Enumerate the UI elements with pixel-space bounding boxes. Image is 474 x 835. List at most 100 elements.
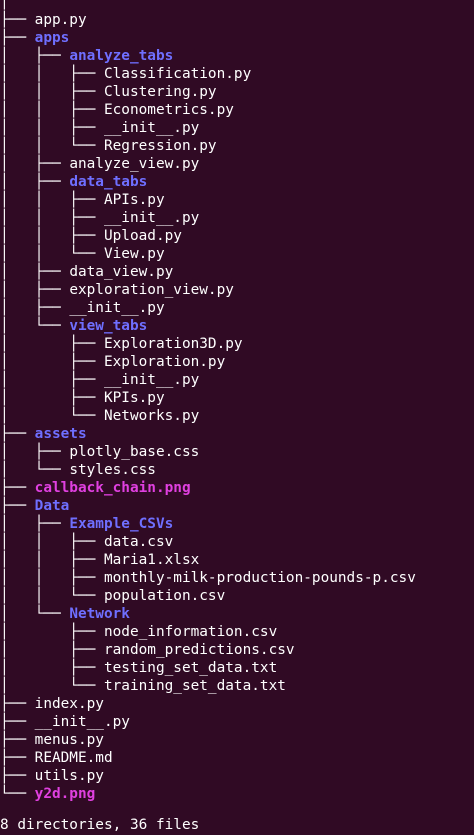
file-name: Classification.py xyxy=(103,66,252,82)
directory-name: apps xyxy=(34,30,70,46)
tree-branch-connector: │ └── xyxy=(0,318,70,334)
tree-branch-connector: │ └── xyxy=(0,408,104,424)
file-name: __init__.py xyxy=(103,210,200,226)
file-name: styles.css xyxy=(69,462,156,478)
tree-line: ├── menus.py xyxy=(0,731,474,749)
tree-branch-connector: │ │ ├── xyxy=(0,66,104,82)
directory-name: assets xyxy=(34,426,87,442)
tree-line: ├── apps xyxy=(0,29,474,47)
file-name: random_predictions.csv xyxy=(103,642,295,658)
tree-branch-connector: ├── xyxy=(0,732,35,748)
file-name: index.py xyxy=(34,696,104,712)
tree-line: │ ├── analyze_view.py xyxy=(0,155,474,173)
tree-branch-connector: │ ├── xyxy=(0,354,104,370)
file-name: Econometrics.py xyxy=(103,102,234,118)
tree-branch-connector: ├── xyxy=(0,12,35,28)
tree-line: │ │ └── View.py xyxy=(0,245,474,263)
tree-line: │ │ └── population.csv xyxy=(0,587,474,605)
file-name: population.csv xyxy=(103,588,226,604)
tree-line: │ ├── data_view.py xyxy=(0,263,474,281)
directory-name: Example_CSVs xyxy=(69,516,174,532)
file-name: Regression.py xyxy=(103,138,217,154)
tree-branch-connector: │ ├── xyxy=(0,516,70,532)
tree-line: │ ├── Exploration3D.py xyxy=(0,335,474,353)
tree-branch-connector: │ │ ├── xyxy=(0,228,104,244)
file-name: analyze_view.py xyxy=(69,156,200,172)
tree-line: │ ├── data_tabs xyxy=(0,173,474,191)
tree-line: │ ├── __init__.py xyxy=(0,371,474,389)
tree-branch-connector: │ ├── xyxy=(0,390,104,406)
tree-line: ├── callback_chain.png xyxy=(0,479,474,497)
tree-branch-connector: │ │ ├── xyxy=(0,210,104,226)
file-name: Clustering.py xyxy=(103,84,217,100)
tree-branch-connector: │ │ └── xyxy=(0,588,104,604)
tree-line: │ └── Networks.py xyxy=(0,407,474,425)
tree-line: ├── utils.py xyxy=(0,767,474,785)
tree-branch-connector: │ │ └── xyxy=(0,246,104,262)
tree-line: │ │ ├── Upload.py xyxy=(0,227,474,245)
file-name: testing_set_data.txt xyxy=(103,660,278,676)
tree-branch-connector: ├── xyxy=(0,498,35,514)
tree-branch-connector: │ │ ├── xyxy=(0,552,104,568)
file-name: training_set_data.txt xyxy=(103,678,286,694)
tree-branch-connector: ├── xyxy=(0,714,35,730)
file-name: exploration_view.py xyxy=(69,282,234,298)
tree-line: ├── __init__.py xyxy=(0,713,474,731)
image-file-name: y2d.png xyxy=(34,786,96,802)
file-name: __init__.py xyxy=(69,300,165,316)
tree-branch-connector: ├── xyxy=(0,750,35,766)
tree-line: ├── index.py xyxy=(0,695,474,713)
tree-branch-connector: │ ├── xyxy=(0,444,70,460)
file-name: Maria1.xlsx xyxy=(103,552,200,568)
tree-line: │ ├── testing_set_data.txt xyxy=(0,659,474,677)
tree-line: │ │ ├── __init__.py xyxy=(0,119,474,137)
file-name: README.md xyxy=(34,750,113,766)
file-name: utils.py xyxy=(34,768,104,784)
tree-line: │ │ ├── monthly-milk-production-pounds-p… xyxy=(0,569,474,587)
tree-line: │ └── styles.css xyxy=(0,461,474,479)
file-name: app.py xyxy=(34,12,87,28)
tree-branch-connector: │ │ ├── xyxy=(0,534,104,550)
tree-line: │ │ ├── Clustering.py xyxy=(0,83,474,101)
image-file-name: callback_chain.png xyxy=(34,480,191,496)
tree-branch-connector: ├── xyxy=(0,696,35,712)
tree-branch-connector: │ ├── xyxy=(0,624,104,640)
tree-line: │ ├── Exploration.py xyxy=(0,353,474,371)
tree-branch-connector: │ ├── xyxy=(0,660,104,676)
file-name: KPIs.py xyxy=(103,390,165,406)
tree-branch-connector: │ │ ├── xyxy=(0,102,104,118)
tree-branch-connector: │ │ ├── xyxy=(0,120,104,136)
tree-line: ├── Data xyxy=(0,497,474,515)
tree-branch-connector: │ ├── xyxy=(0,336,104,352)
tree-line: │ ├── KPIs.py xyxy=(0,389,474,407)
tree-line: │ │ ├── Econometrics.py xyxy=(0,101,474,119)
tree-line: │ │ ├── Maria1.xlsx xyxy=(0,551,474,569)
tree-branch-connector: ├── xyxy=(0,480,35,496)
file-name: View.py xyxy=(103,246,165,262)
tree-branch-connector: │ xyxy=(0,0,9,10)
directory-name: Data xyxy=(34,498,70,514)
file-name: data.csv xyxy=(103,534,174,550)
file-name: plotly_base.css xyxy=(69,444,200,460)
file-name: node_information.csv xyxy=(103,624,278,640)
tree-line: ├── assets xyxy=(0,425,474,443)
tree-branch-connector: │ ├── xyxy=(0,48,70,64)
tree-line: ├── app.py xyxy=(0,11,474,29)
file-name: APIs.py xyxy=(103,192,165,208)
tree-branch-connector: │ └── xyxy=(0,678,104,694)
tree-line: │ │ └── Regression.py xyxy=(0,137,474,155)
tree-branch-connector: │ ├── xyxy=(0,300,70,316)
tree-line: │ xyxy=(0,0,474,11)
directory-name: data_tabs xyxy=(69,174,148,190)
file-name: __init__.py xyxy=(103,120,200,136)
tree-line: │ │ ├── data.csv xyxy=(0,533,474,551)
tree-line: ├── README.md xyxy=(0,749,474,767)
tree-line: │ ├── __init__.py xyxy=(0,299,474,317)
tree-branch-connector: │ ├── xyxy=(0,174,70,190)
tree-branch-connector: │ ├── xyxy=(0,372,104,388)
tree-branch-connector: ├── xyxy=(0,30,35,46)
tree-line: │ └── Network xyxy=(0,605,474,623)
tree-branch-connector: │ ├── xyxy=(0,264,70,280)
tree-line: │ ├── random_predictions.csv xyxy=(0,641,474,659)
tree-branch-connector: │ ├── xyxy=(0,156,70,172)
